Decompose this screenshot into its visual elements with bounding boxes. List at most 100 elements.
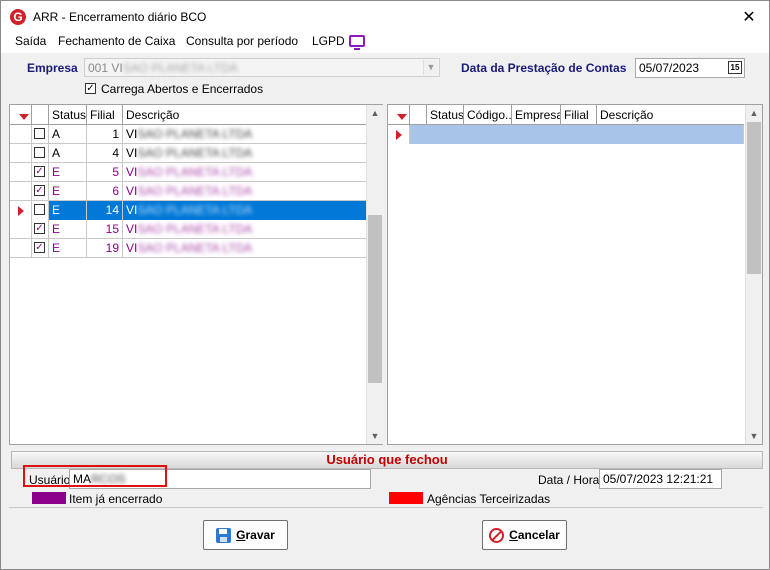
details-sort-indicator-cell[interactable] (388, 105, 410, 125)
close-icon[interactable]: ✕ (741, 7, 757, 27)
row-checkbox-cell[interactable]: ✓ (32, 182, 49, 201)
row-status: E (49, 163, 87, 182)
row-descricao: VISAO PLANETA LTDA (123, 163, 366, 182)
legend-closed-label: Item já encerrado (69, 492, 163, 506)
empresa-combo[interactable]: 001 VISAO PLANETA LTDA ▼ (84, 58, 440, 77)
row-descricao-masked: SAO PLANETA LTDA (137, 203, 253, 217)
row-checkbox[interactable]: ✓ (34, 166, 45, 177)
row-checkbox[interactable] (34, 128, 45, 139)
row-descricao: VISAO PLANETA LTDA (123, 144, 366, 163)
table-row[interactable]: ✓ E 14 VISAO PLANETA LTDA (10, 201, 366, 220)
menu-consulta-por-periodo[interactable]: Consulta por período (186, 34, 298, 48)
row-checkbox-cell[interactable] (32, 125, 49, 144)
legend-third-label: Agências Terceirizadas (427, 492, 551, 506)
window-title: ARR - Encerramento diário BCO (33, 10, 207, 24)
save-button[interactable]: Gravar (203, 520, 288, 550)
row-descricao-prefix: VI (126, 222, 138, 236)
datahora-field[interactable]: 05/07/2023 12:21:21 (599, 469, 722, 489)
divider (9, 507, 763, 508)
details-header-status[interactable]: Status (427, 105, 464, 125)
row-indicator (10, 182, 32, 201)
header-status[interactable]: Status (49, 105, 87, 125)
scroll-down-icon[interactable]: ▼ (746, 428, 762, 444)
carrega-label: Carrega Abertos e Encerrados (101, 82, 264, 96)
triangle-right-icon (18, 206, 24, 216)
cancel-button[interactable]: Cancelar (482, 520, 567, 550)
details-header-empresa[interactable]: Empresa (512, 105, 561, 125)
title-bar: G ARR - Encerramento diário BCO ✕ (1, 1, 769, 31)
menu-lgpd[interactable]: LGPD (312, 34, 345, 48)
table-row[interactable]: ✓ E 15 VISAO PLANETA LTDA (10, 220, 366, 239)
table-row[interactable]: ✓ E 6 VISAO PLANETA LTDA (10, 182, 366, 201)
calendar-icon[interactable]: 15 (728, 61, 742, 74)
empresa-label: Empresa (27, 61, 78, 75)
row-status: E (49, 201, 87, 220)
data-prestacao-field[interactable]: 05/07/2023 15 (635, 58, 745, 78)
row-checkbox-cell[interactable]: ✓ (32, 201, 49, 220)
row-checkbox-cell[interactable]: ✓ (32, 163, 49, 182)
row-checkbox-cell[interactable]: ✓ (32, 220, 49, 239)
menu-saida[interactable]: Saída (15, 34, 46, 48)
right-grid-scrollbar[interactable]: ▲ ▼ (745, 105, 762, 444)
details-header-descricao[interactable]: Descrição (597, 105, 744, 125)
row-descricao-prefix: VI (126, 203, 138, 217)
table-row[interactable]: ✓ E 5 VISAO PLANETA LTDA (10, 163, 366, 182)
row-descricao-prefix: VI (126, 146, 138, 160)
row-descricao: VISAO PLANETA LTDA (123, 182, 366, 201)
row-checkbox[interactable]: ✓ (34, 223, 45, 234)
row-filial: 4 (87, 144, 123, 163)
row-descricao-masked: SAO PLANETA LTDA (137, 127, 253, 141)
menu-fechamento-de-caixa[interactable]: Fechamento de Caixa (58, 34, 175, 48)
menu-bar: Saída Fechamento de Caixa Consulta por p… (1, 31, 769, 53)
row-status: E (49, 220, 87, 239)
row-descricao-masked: SAO PLANETA LTDA (137, 184, 253, 198)
details-header-filial[interactable]: Filial (561, 105, 597, 125)
details-header-codigo[interactable]: Código... (464, 105, 512, 125)
header-descricao[interactable]: Descrição (123, 105, 366, 125)
empresa-masked-text: SAO PLANETA LTDA (122, 61, 238, 75)
datahora-value: 05/07/2023 12:21:21 (603, 472, 714, 486)
scroll-thumb[interactable] (368, 215, 382, 383)
triangle-right-icon (396, 130, 402, 140)
row-descricao-masked: SAO PLANETA LTDA (137, 222, 253, 236)
datahora-label: Data / Hora (538, 473, 600, 487)
row-descricao-prefix: VI (126, 127, 138, 141)
details-header-blank[interactable] (410, 105, 427, 125)
left-grid-scrollbar[interactable]: ▲ ▼ (366, 105, 383, 444)
row-checkbox[interactable] (34, 147, 45, 158)
row-filial: 15 (87, 220, 123, 239)
scroll-up-icon[interactable]: ▲ (367, 105, 383, 121)
row-descricao-masked: SAO PLANETA LTDA (137, 241, 253, 255)
cancel-button-accel: C (509, 528, 518, 542)
header-filial[interactable]: Filial (87, 105, 123, 125)
triangle-down-icon (19, 114, 29, 120)
row-checkbox[interactable]: ✓ (34, 204, 45, 215)
empresa-value: 001 VI (88, 61, 123, 75)
details-table-row[interactable] (388, 125, 744, 144)
scroll-thumb[interactable] (747, 122, 761, 274)
chevron-down-icon[interactable]: ▼ (423, 60, 438, 75)
row-filial: 19 (87, 239, 123, 258)
triangle-down-icon (397, 114, 407, 120)
row-descricao-prefix: VI (126, 165, 138, 179)
sort-indicator-cell[interactable] (10, 105, 32, 125)
row-checkbox-cell[interactable] (32, 144, 49, 163)
row-indicator (10, 144, 32, 163)
details-empty-row[interactable] (410, 125, 744, 144)
table-row[interactable]: ✓ E 19 VISAO PLANETA LTDA (10, 239, 366, 258)
scroll-down-icon[interactable]: ▼ (367, 428, 383, 444)
row-checkbox[interactable]: ✓ (34, 185, 45, 196)
details-grid-header: Status Código... Empresa Filial Descriçã… (388, 105, 744, 125)
data-prestacao-label: Data da Prestação de Contas (461, 61, 627, 75)
header-check-column[interactable] (32, 105, 49, 125)
table-row[interactable]: A 4 VISAO PLANETA LTDA (10, 144, 366, 163)
branches-grid-header: Status Filial Descrição (10, 105, 366, 125)
row-indicator (10, 125, 32, 144)
save-icon (216, 527, 232, 543)
scroll-up-icon[interactable]: ▲ (746, 105, 762, 121)
row-checkbox[interactable]: ✓ (34, 242, 45, 253)
row-checkbox-cell[interactable]: ✓ (32, 239, 49, 258)
table-row[interactable]: A 1 VISAO PLANETA LTDA (10, 125, 366, 144)
carrega-checkbox[interactable]: ✓ (85, 83, 96, 94)
monitor-icon[interactable] (349, 35, 365, 50)
